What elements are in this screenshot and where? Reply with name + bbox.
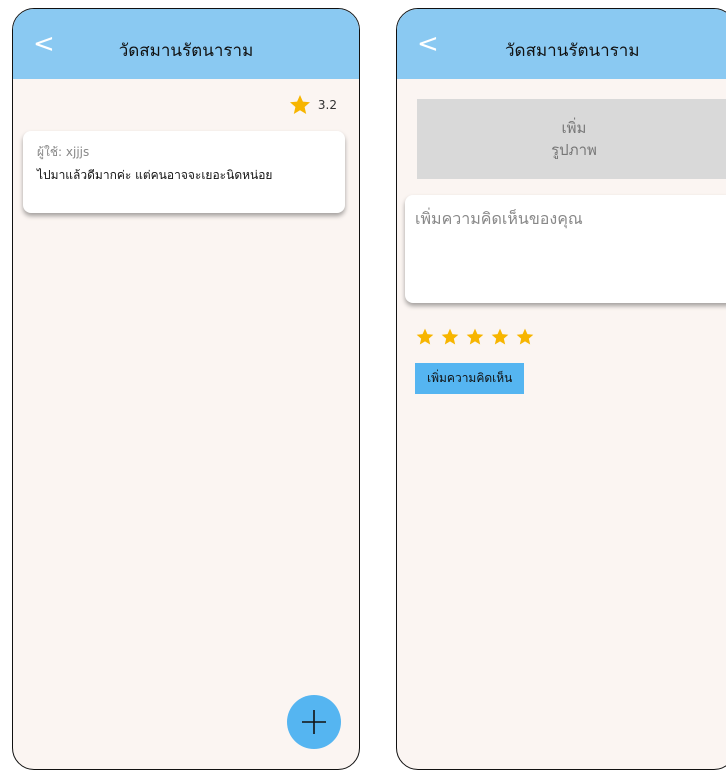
star-icon xyxy=(289,95,310,114)
submit-comment-button[interactable]: เพิ่มความคิดเห็น xyxy=(415,363,525,394)
review-card[interactable]: ผู้ใช้: xjjjs ไปมาแล้วดีมากค่ะ แต่คนอาจจ… xyxy=(23,131,345,213)
star-rating-input[interactable] xyxy=(415,327,535,347)
add-photo-button[interactable]: เพิ่ม รูปภาพ xyxy=(417,99,726,179)
comment-input[interactable]: เพิ่มความคิดเห็นของคุณ xyxy=(405,195,726,303)
review-list-screen: < วัดสมานรัตนาราม 3.2 ผู้ใช้: xjjjs ไปมา… xyxy=(12,8,360,770)
reviewer-name: ผู้ใช้: xjjjs xyxy=(37,145,90,159)
app-bar: < วัดสมานรัตนาราม xyxy=(13,9,359,79)
add-photo-label-line2: รูปภาพ xyxy=(551,141,597,159)
star-icon[interactable] xyxy=(515,327,535,347)
page-title: วัดสมานรัตนาราม xyxy=(505,41,640,61)
star-icon[interactable] xyxy=(415,327,435,347)
review-text: ไปมาแล้วดีมากค่ะ แต่คนอาจจะเยอะนิดหน่อย xyxy=(37,168,273,182)
app-bar: < วัดสมานรัตนาราม xyxy=(397,9,726,79)
star-icon[interactable] xyxy=(490,327,510,347)
star-icon[interactable] xyxy=(440,327,460,347)
add-photo-label-line1: เพิ่ม xyxy=(561,119,587,137)
page-title: วัดสมานรัตนาราม xyxy=(118,41,254,61)
add-review-button[interactable] xyxy=(287,695,341,749)
star-icon[interactable] xyxy=(465,327,485,347)
plus-icon xyxy=(302,710,326,734)
back-button[interactable]: < xyxy=(417,29,439,59)
rating-summary: 3.2 xyxy=(288,93,337,117)
rating-value: 3.2 xyxy=(317,98,337,112)
add-review-screen: < วัดสมานรัตนาราม เพิ่ม รูปภาพ เพิ่มความ… xyxy=(396,8,726,770)
